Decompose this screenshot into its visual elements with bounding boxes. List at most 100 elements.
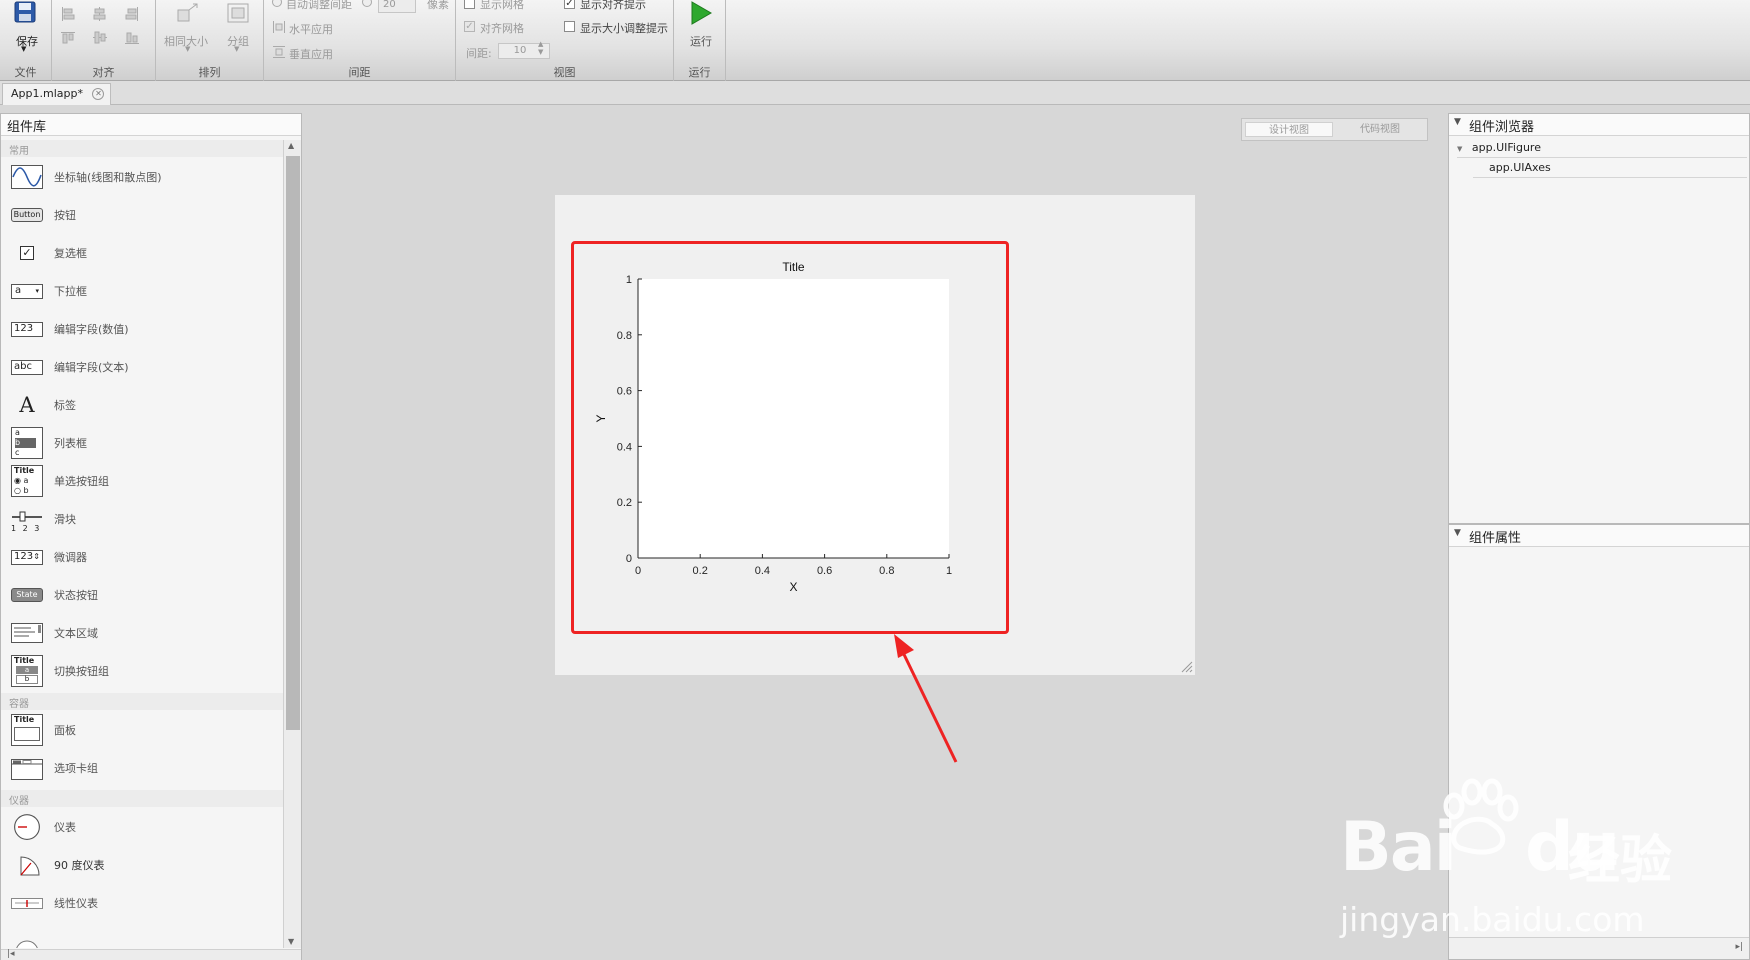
component-slider[interactable]: 1 2 3 滑块 — [1, 500, 283, 538]
align-top-icon[interactable] — [60, 30, 76, 46]
group-dropdown-icon[interactable]: ▼ — [234, 45, 239, 53]
component-label: 切换按钮组 — [54, 665, 109, 678]
align-middle-icon[interactable] — [92, 30, 108, 46]
annotation-arrow — [894, 634, 958, 763]
show-resize-hints-checkbox[interactable] — [564, 21, 575, 32]
show-align-hints-label: 显示对齐提示 — [580, 0, 646, 11]
component-label: 滑块 — [54, 513, 76, 526]
listbox-icon: a b c — [11, 427, 43, 459]
component-dropdown[interactable]: a ▾ 下拉框 — [1, 272, 283, 310]
component-ninety-gauge[interactable]: 90 度仪表 — [1, 846, 283, 884]
watermark-chinese: 经验 — [1568, 831, 1673, 891]
component-label: 编辑字段(数值) — [54, 323, 129, 336]
save-dropdown-arrow-icon[interactable]: ▼ — [21, 45, 26, 53]
library-horizontal-scrollbar[interactable]: |◂ — [1, 949, 301, 960]
align-left-icon[interactable] — [60, 6, 76, 22]
show-grid-checkbox[interactable] — [464, 0, 475, 9]
component-partial-next — [1, 922, 283, 948]
button-icon: Button — [11, 208, 43, 222]
component-label: 坐标轴(线图和散点图) — [54, 171, 162, 184]
library-scrollbar[interactable]: ▲ ▼ — [283, 140, 301, 948]
group-button[interactable]: 分组 ▼ — [220, 0, 256, 58]
auto-spacing-radio[interactable] — [272, 0, 282, 7]
arrange-section-label: 排列 — [198, 66, 221, 79]
run-section-label: 运行 — [688, 66, 711, 79]
scroll-left-arrow-icon[interactable]: |◂ — [7, 949, 15, 959]
scroll-up-arrow-icon[interactable]: ▲ — [288, 141, 294, 150]
spacing-value-radio[interactable] — [362, 0, 372, 7]
component-label-widget[interactable]: A 标签 — [1, 386, 283, 424]
spacing-section: 自动调整间距 20 像素 水平应用 垂直应用 间距 — [264, 0, 456, 81]
align-center-icon[interactable] — [92, 6, 108, 22]
tree-expand-icon[interactable]: ▼ — [1457, 145, 1462, 153]
component-properties-header: ▼ 组件属性 — [1449, 525, 1749, 547]
component-label: 仪表 — [54, 821, 76, 834]
tree-item-uifigure[interactable]: ▼ app.UIFigure — [1457, 141, 1541, 154]
component-browser-panel: ▼ 组件浏览器 ▼ app.UIFigure app.UIAxes — [1448, 113, 1750, 524]
horizontal-apply-label[interactable]: 水平应用 — [289, 21, 333, 37]
component-toggle-group[interactable]: Title a b 切换按钮组 — [1, 652, 283, 690]
toggle-group-icon: Title a b — [11, 655, 43, 687]
same-size-button[interactable]: 相同大小 ▼ — [164, 0, 212, 58]
spinner-icon: 123 ⇕ — [11, 550, 43, 565]
component-gauge[interactable]: 仪表 — [1, 808, 283, 846]
component-axes[interactable]: 坐标轴(线图和散点图) — [1, 158, 283, 196]
component-text-area[interactable]: 文本区域 — [1, 614, 283, 652]
design-view-tab[interactable]: 设计视图 — [1245, 122, 1333, 137]
component-label: 标签 — [54, 399, 76, 412]
document-tab-label: App1.mlapp* — [11, 87, 83, 100]
collapse-icon[interactable]: ▼ — [1454, 117, 1461, 127]
axes-icon — [11, 165, 43, 189]
component-panel[interactable]: Title 面板 — [1, 711, 283, 749]
component-numeric-field[interactable]: 123 编辑字段(数值) — [1, 310, 283, 348]
close-tab-icon[interactable]: ✕ — [92, 88, 105, 100]
snap-grid-checkbox[interactable]: ✓ — [464, 21, 475, 32]
component-button[interactable]: Button 按钮 — [1, 196, 283, 234]
document-tab-bar: App1.mlapp* ✕ — [0, 81, 1750, 105]
component-tab-group[interactable]: 选项卡组 — [1, 749, 283, 787]
save-button[interactable]: 保存 ▼ — [8, 0, 44, 58]
show-align-hints-checkbox[interactable]: ✓ — [564, 0, 575, 9]
component-list: 常用 坐标轴(线图和散点图) Button 按钮 ✓ 复选框 a ▾ 下拉框 12… — [1, 140, 283, 948]
library-scroll-thumb[interactable] — [286, 156, 300, 730]
component-listbox[interactable]: a b c 列表框 — [1, 424, 283, 462]
gauge-icon — [14, 814, 40, 840]
code-view-tab[interactable]: 代码视图 — [1336, 122, 1424, 137]
resize-grip-icon[interactable] — [1179, 659, 1193, 673]
toolstrip: 保存 ▼ 文件 对齐 相同大小 ▼ 分组 ▼ 排列 自动调整间距 20 像素 水… — [0, 0, 1750, 81]
component-checkbox[interactable]: ✓ 复选框 — [1, 234, 283, 272]
component-radio-group[interactable]: Title ◉ a ○ b 单选按钮组 — [1, 462, 283, 500]
same-size-dropdown-icon[interactable]: ▼ — [185, 45, 190, 53]
component-label: 文本区域 — [54, 627, 98, 640]
component-label: 微调器 — [54, 551, 87, 564]
align-right-icon[interactable] — [124, 6, 140, 22]
document-tab[interactable]: App1.mlapp* ✕ — [2, 83, 112, 105]
tree-divider — [1457, 157, 1747, 158]
highlight-box — [571, 241, 1009, 634]
dropdown-icon-text: a — [15, 285, 22, 296]
run-button[interactable]: 运行 — [680, 0, 720, 58]
save-label: 保存 — [16, 35, 38, 48]
spacing-value-input[interactable]: 20 — [378, 0, 416, 13]
scroll-down-arrow-icon[interactable]: ▼ — [288, 937, 294, 946]
view-section: 显示网格 ✓ 对齐网格 间距: 10 ▲ ▼ ✓ 显示对齐提示 显示大小调整提示 … — [456, 0, 674, 81]
component-linear-gauge[interactable]: 线性仪表 — [1, 884, 283, 922]
component-text-field[interactable]: abc 编辑字段(文本) — [1, 348, 283, 386]
pixel-unit-label: 像素 — [427, 0, 449, 11]
vertical-apply-icon[interactable] — [272, 45, 286, 59]
text-area-icon — [11, 623, 43, 643]
component-spinner[interactable]: 123 ⇕ 微调器 — [1, 538, 283, 576]
align-bottom-icon[interactable] — [124, 30, 140, 46]
component-label: 单选按钮组 — [54, 475, 109, 488]
tree-item-uiaxes[interactable]: app.UIAxes — [1489, 161, 1551, 174]
interval-spinner-arrows-icon[interactable]: ▲ ▼ — [538, 40, 543, 56]
component-state-button[interactable]: State 状态按钮 — [1, 576, 283, 614]
horizontal-apply-icon[interactable] — [272, 20, 286, 34]
vertical-apply-label[interactable]: 垂直应用 — [289, 46, 333, 62]
collapse-icon[interactable]: ▼ — [1454, 528, 1461, 538]
ninety-gauge-icon — [20, 856, 40, 876]
component-label: 选项卡组 — [54, 762, 98, 775]
toggle-option: a — [16, 666, 38, 674]
view-toggle: 设计视图 代码视图 — [1241, 118, 1428, 141]
component-browser-title: 组件浏览器 — [1469, 120, 1535, 135]
